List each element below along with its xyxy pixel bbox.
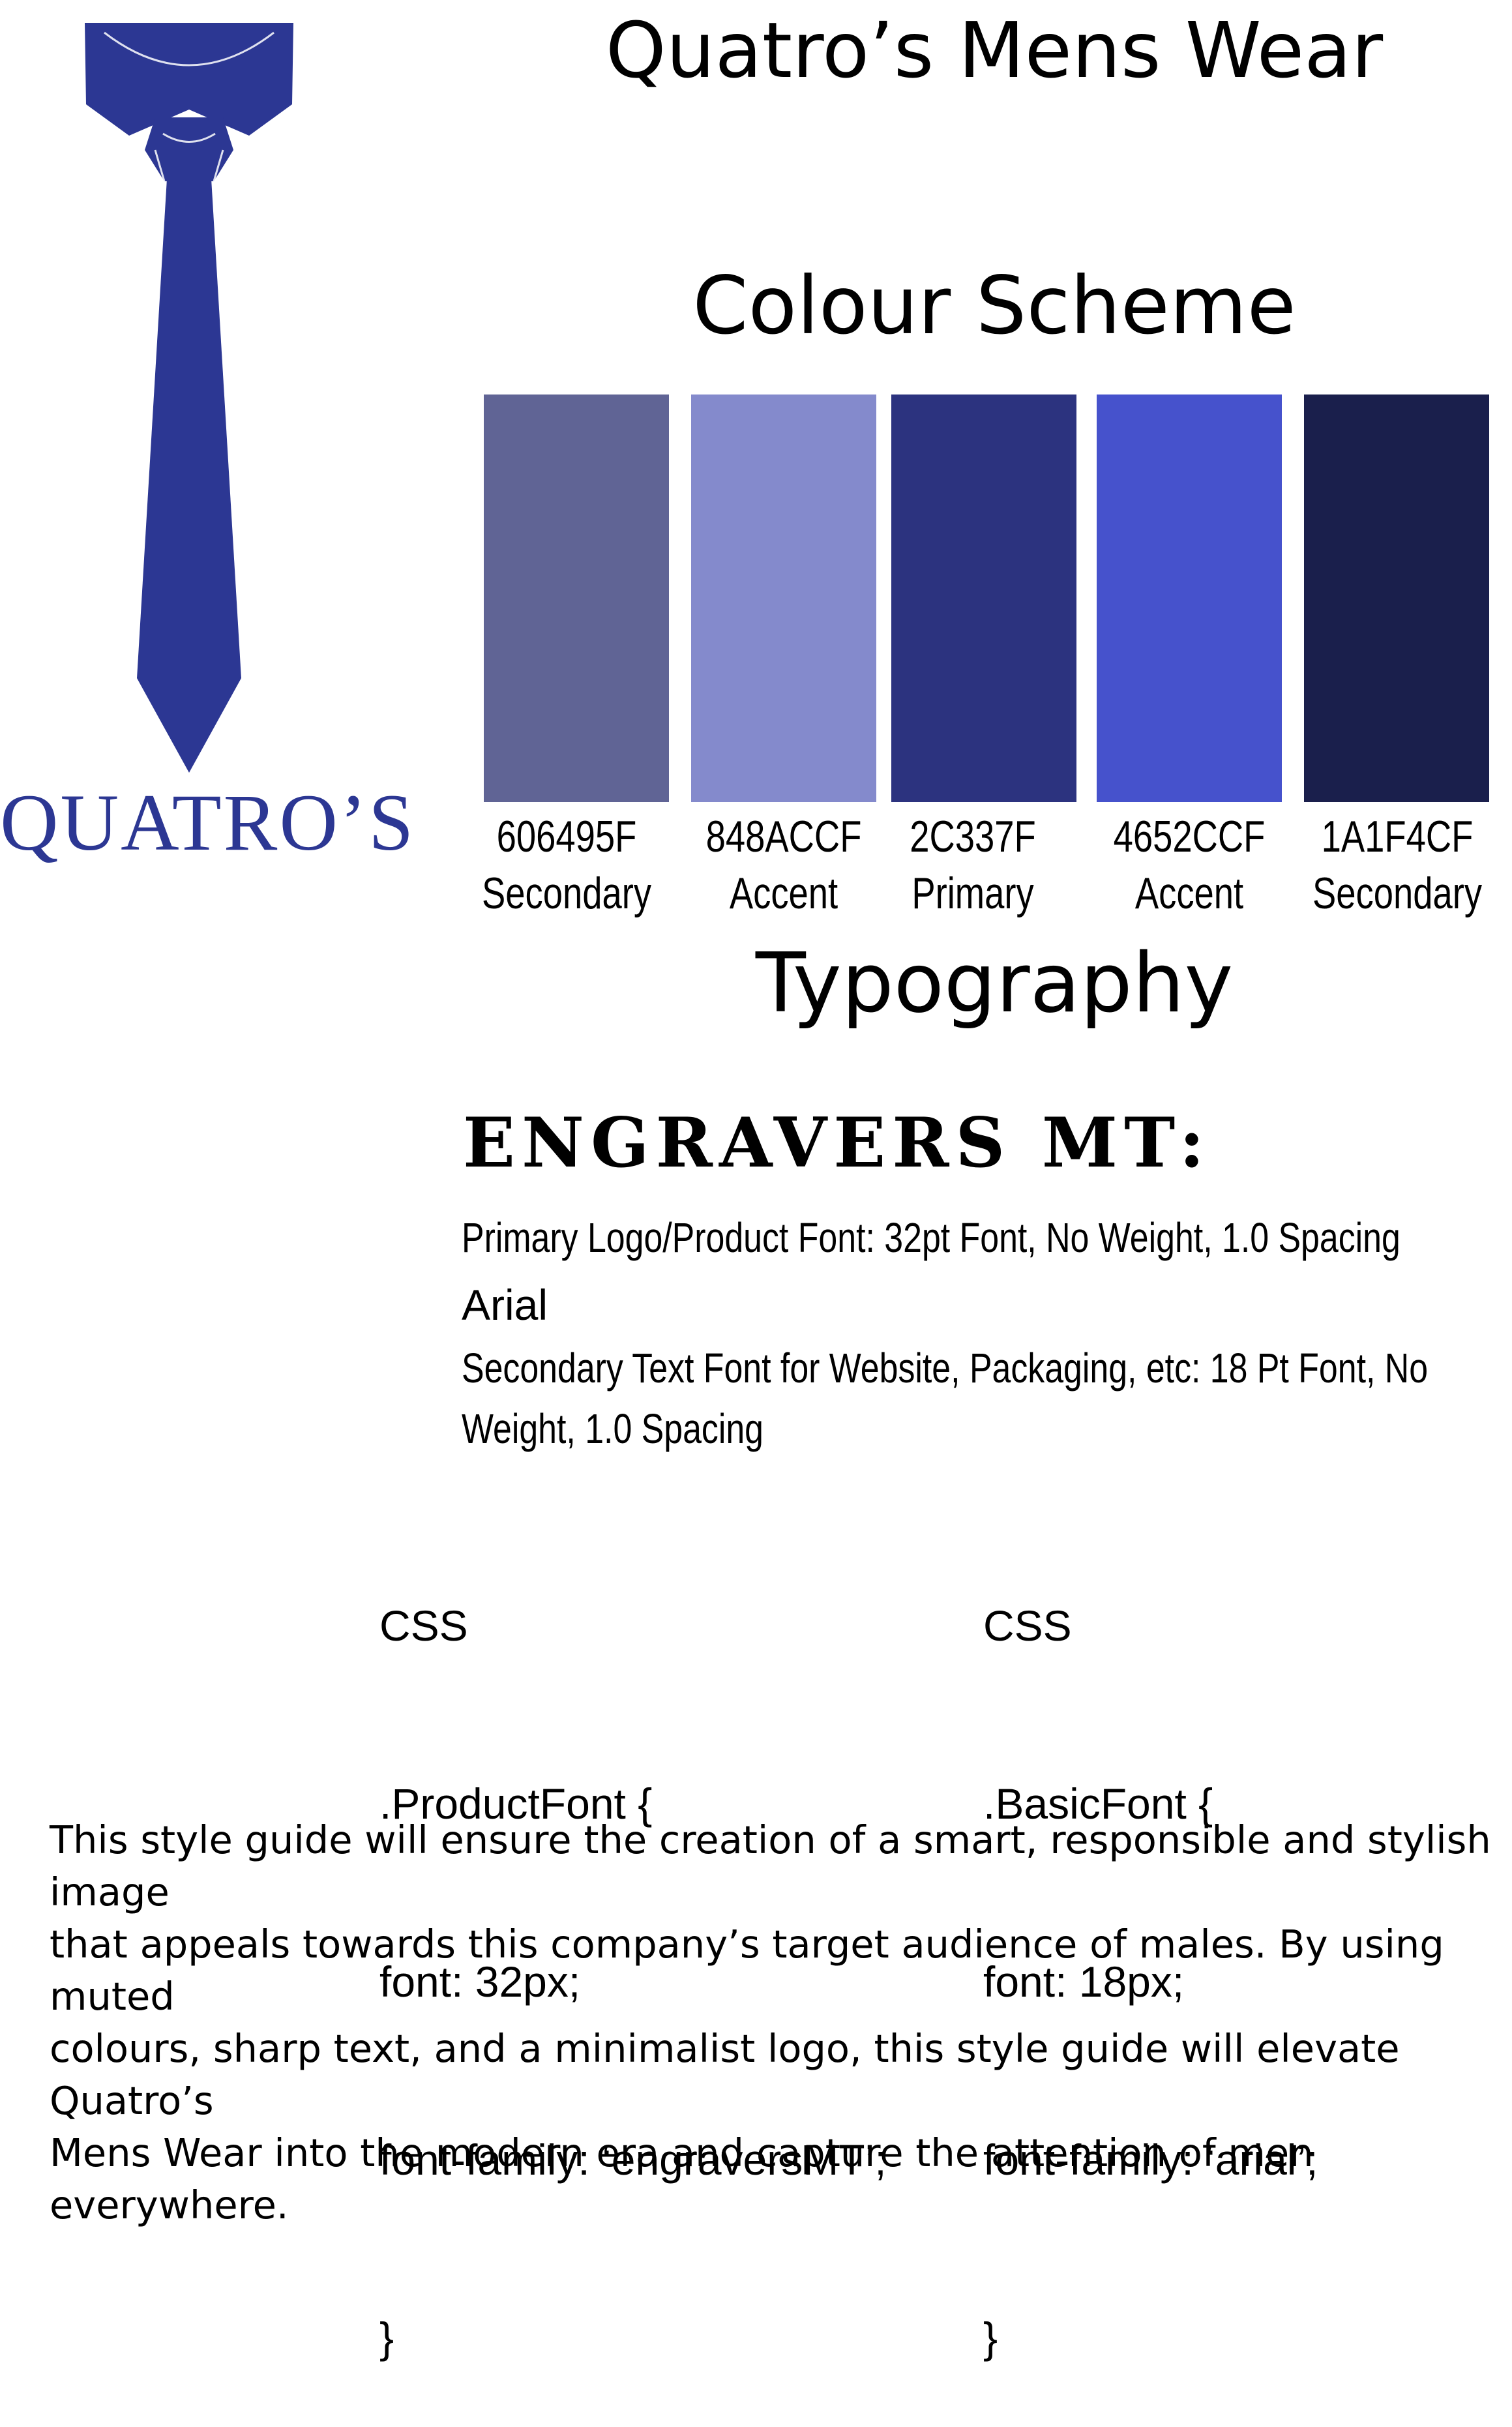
swatch-label-2: 848ACCF Accent (698, 809, 870, 922)
colour-swatch-1 (484, 395, 669, 802)
swatch-role: Secondary (1312, 869, 1483, 919)
swatch-code: 1A1F4CF (1321, 812, 1474, 861)
brand-wordmark: QUATRO’S (0, 778, 416, 867)
swatch-label-4: 4652CCF Accent (1103, 809, 1275, 922)
secondary-desc-line-2: Weight, 1.0 Spacing (462, 1405, 764, 1452)
swatch-role: Secondary (481, 869, 652, 919)
swatch-code: 2C337F (910, 812, 1036, 861)
swatch-label-5: 1A1F4CF Secondary (1311, 809, 1483, 922)
secondary-desc-line-1: Secondary Text Font for Website, Packagi… (462, 1345, 1429, 1392)
colour-swatch-2 (691, 395, 876, 802)
summary-line-4: Mens Wear into the modern era and captur… (50, 2130, 1314, 2227)
summary-line-2: that appeals towards this company’s targ… (50, 1922, 1444, 2019)
primary-font-title: ENGRAVERS MT: (463, 1102, 1211, 1183)
css-label: CSS (379, 1601, 468, 1650)
colour-swatch-3 (891, 395, 1076, 802)
secondary-font-title: Arial (462, 1281, 548, 1329)
summary-line-1: This style guide will ensure the creatio… (50, 1817, 1491, 1914)
colour-swatch-4 (1097, 395, 1282, 802)
swatch-code: 848ACCF (705, 812, 862, 861)
css-label: CSS (983, 1601, 1072, 1650)
swatch-role: Accent (729, 869, 838, 919)
swatch-label-3: 2C337F Primary (887, 809, 1059, 922)
primary-font-description: Primary Logo/Product Font: 32pt Font, No… (462, 1214, 1401, 1261)
page-title: Quatro’s Mens Wear (605, 5, 1384, 95)
swatch-role: Accent (1134, 869, 1244, 919)
swatch-code: 4652CCF (1113, 812, 1266, 861)
summary-line-3: colours, sharp text, and a minimalist lo… (50, 2026, 1400, 2123)
swatch-label-1: 606495F Secondary (481, 809, 653, 922)
colour-swatch-5 (1304, 395, 1489, 802)
swatch-role: Primary (912, 869, 1034, 919)
summary-paragraph: This style guide will ensure the creatio… (50, 1814, 1504, 2231)
typography-heading: Typography (755, 935, 1234, 1031)
tie-logo-icon (85, 23, 293, 773)
colour-scheme-heading: Colour Scheme (692, 260, 1296, 352)
swatch-code: 606495F (496, 812, 637, 861)
secondary-font-description: Secondary Text Font for Website, Packagi… (462, 1338, 1428, 1459)
css-close-brace: } (379, 2314, 394, 2362)
css-close-brace: } (983, 2314, 998, 2362)
